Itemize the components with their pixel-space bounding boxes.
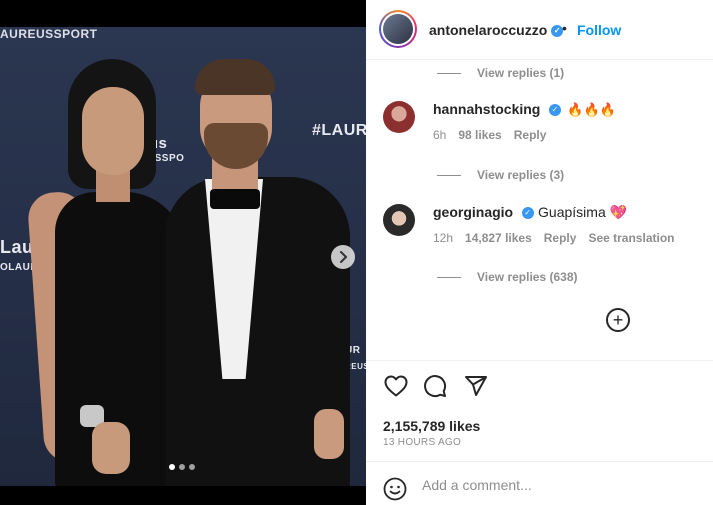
send-icon <box>465 376 487 396</box>
emoji-button[interactable] <box>383 477 407 505</box>
plus-circle-icon: + <box>612 310 624 330</box>
reply-button[interactable]: Reply <box>514 128 547 142</box>
verified-badge-icon: ✓ <box>548 103 561 116</box>
woman-hand <box>92 422 130 474</box>
post-timestamp[interactable]: 13 HOURS AGO <box>383 437 461 448</box>
view-replies-button[interactable]: View replies (1) <box>437 66 564 80</box>
backdrop-text: AUREUSSPORT <box>0 27 98 41</box>
commenter-username[interactable]: hannahstocking <box>433 101 540 117</box>
share-button[interactable] <box>463 373 489 399</box>
commenter-username[interactable]: georginagio <box>433 204 513 220</box>
actions-divider <box>366 360 713 361</box>
comment-time: 6h <box>433 128 447 142</box>
chevron-right-icon <box>340 251 347 263</box>
view-replies-label: View replies (1) <box>477 66 565 80</box>
woman-face <box>82 87 144 175</box>
comment-input[interactable] <box>422 474 692 496</box>
man-hair <box>195 59 275 95</box>
comment-time: 12h <box>433 231 454 245</box>
header-separator: • <box>562 20 567 36</box>
post-side-panel: antonelaroccuzzo ✓ • Follow View replies … <box>366 0 713 505</box>
likes-count[interactable]: 2,155,789 likes <box>383 418 480 434</box>
see-translation-button[interactable]: See translation <box>588 231 674 245</box>
view-replies-button[interactable]: View replies (3) <box>437 168 564 182</box>
verified-badge-icon: ✓ <box>521 206 534 219</box>
comment-icon <box>424 375 447 398</box>
man-hand <box>314 409 344 459</box>
comment-likes[interactable]: 98 likes <box>458 128 501 142</box>
backdrop-text: Lau <box>0 237 34 257</box>
smiley-icon <box>383 477 407 501</box>
load-more-comments-button[interactable]: + <box>606 308 630 332</box>
reply-button[interactable]: Reply <box>544 231 577 245</box>
carousel-next-button[interactable] <box>331 245 355 269</box>
view-replies-button[interactable]: View replies (638) <box>437 270 578 284</box>
post-header: antonelaroccuzzo ✓ • Follow <box>366 0 713 60</box>
view-replies-label: View replies (3) <box>477 168 565 182</box>
commenter-avatar[interactable] <box>383 101 415 133</box>
heart-icon <box>384 375 408 397</box>
comment-likes[interactable]: 14,827 likes <box>465 231 532 245</box>
backdrop-text: #LAUR <box>312 122 366 139</box>
carousel-indicator <box>169 464 195 470</box>
view-replies-label: View replies (638) <box>477 270 578 284</box>
carousel-dot <box>179 464 185 470</box>
author-avatar[interactable] <box>379 10 417 48</box>
comment-bar <box>366 461 713 505</box>
comment-text: 🔥🔥🔥 <box>567 102 616 117</box>
comment-text: Guapísima 💖 <box>538 204 628 220</box>
comment-button[interactable] <box>422 373 448 399</box>
carousel-dot <box>189 464 195 470</box>
author-username[interactable]: antonelaroccuzzo <box>429 22 547 38</box>
replies-line <box>437 73 461 75</box>
post-media-panel: AUREUSSPORT #LAUR Lau OLAUR aus REUSSPO … <box>0 0 366 505</box>
carousel-dot-active <box>169 464 175 470</box>
like-button[interactable] <box>383 373 409 399</box>
replies-line <box>437 175 461 177</box>
man-bowtie <box>210 189 260 209</box>
replies-line <box>437 277 461 279</box>
commenter-avatar[interactable] <box>383 204 415 236</box>
follow-button[interactable]: Follow <box>577 22 621 38</box>
post-photo[interactable]: AUREUSSPORT #LAUR Lau OLAUR aus REUSSPO … <box>0 27 366 486</box>
